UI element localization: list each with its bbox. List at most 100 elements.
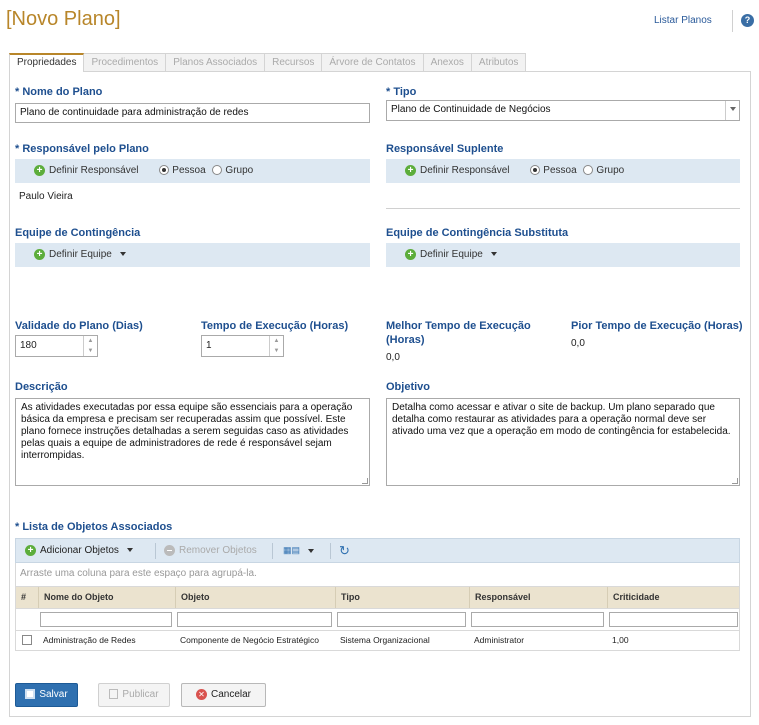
objects-label: * Lista de Objetos Associados <box>15 521 173 533</box>
best-time-label-unit: (Horas) <box>386 334 425 346</box>
stepper-arrows-icon[interactable]: ▲ ▼ <box>269 336 283 356</box>
team-bar: + Definir Equipe <box>15 243 370 267</box>
columns-icon: ▦▤ <box>283 545 301 555</box>
row-checkbox[interactable] <box>22 635 32 645</box>
radio-icon <box>212 165 223 176</box>
toolbar-divider <box>272 543 273 559</box>
filter-criticality[interactable] <box>609 612 738 627</box>
col-responsible[interactable]: Responsável <box>469 587 607 608</box>
plus-icon: + <box>34 248 45 260</box>
chevron-down-icon <box>119 252 126 257</box>
grid-filter-row <box>15 609 740 631</box>
cell-responsible: Administrator <box>474 635 525 645</box>
help-icon[interactable]: ? <box>741 14 754 27</box>
cancel-icon: ✕ <box>195 688 207 700</box>
plan-name-label: * Nome do Plano <box>15 86 103 98</box>
exec-time-stepper[interactable]: 1 ▲ ▼ <box>201 335 284 357</box>
stepper-arrows-icon[interactable]: ▲ ▼ <box>83 336 97 356</box>
filter-object-name[interactable] <box>40 612 172 627</box>
chevron-down-icon[interactable] <box>725 101 739 120</box>
col-criticality[interactable]: Criticidade <box>607 587 740 608</box>
publish-button[interactable]: Publicar <box>98 683 170 707</box>
worst-time-value: 0,0 <box>571 338 585 349</box>
filter-type[interactable] <box>337 612 466 627</box>
description-label: Descrição <box>15 381 68 393</box>
description-text: As atividades executadas por essa equipe… <box>21 402 353 461</box>
grid-header: # Nome do Objeto Objeto Tipo Responsável… <box>15 587 740 609</box>
table-row[interactable]: Administração de Redes Componente de Neg… <box>15 631 740 651</box>
objects-toolbar: + Adicionar Objetos – Remover Objetos ▦▤ ↻ <box>15 538 740 563</box>
responsible-bar: + Definir Responsável Pessoa Grupo <box>15 159 370 183</box>
validity-value: 180 <box>20 340 37 351</box>
plus-icon: + <box>405 164 416 176</box>
plan-name-input[interactable]: Plano de continuidade para administração… <box>15 103 370 123</box>
cell-type: Sistema Organizacional <box>340 635 430 645</box>
tab-bar: Propriedades Procedimentos Planos Associ… <box>9 53 527 72</box>
cell-criticality: 1,00 <box>612 635 629 645</box>
person-radio[interactable]: Pessoa <box>159 165 206 176</box>
substitute-person-radio[interactable]: Pessoa <box>530 165 577 176</box>
objective-textarea[interactable]: Detalha como acessar e ativar o site de … <box>386 398 740 486</box>
remove-icon: – <box>164 544 175 556</box>
substitute-group-radio[interactable]: Grupo <box>583 165 624 176</box>
team-substitute-label: Equipe de Contingência Substituta <box>386 227 569 239</box>
type-select[interactable]: Plano de Continuidade de Negócios <box>386 100 740 121</box>
chevron-down-icon <box>308 548 315 553</box>
cell-object-name: Administração de Redes <box>43 635 136 645</box>
tab-associated-plans[interactable]: Planos Associados <box>165 53 266 72</box>
substitute-bar: + Definir Responsável Pessoa Grupo <box>386 159 740 183</box>
team-label: Equipe de Contingência <box>15 227 141 239</box>
radio-selected-icon <box>530 165 541 176</box>
tab-resources[interactable]: Recursos <box>264 53 323 72</box>
validity-stepper[interactable]: 180 ▲ ▼ <box>15 335 98 357</box>
divider <box>386 208 740 209</box>
refresh-icon[interactable]: ↻ <box>339 539 350 562</box>
cancel-button[interactable]: ✕ Cancelar <box>181 683 266 707</box>
header-divider <box>732 10 733 32</box>
save-button[interactable]: Salvar <box>15 683 78 707</box>
group-drop-zone[interactable]: Arraste uma coluna para este espaço para… <box>15 563 740 587</box>
group-radio[interactable]: Grupo <box>212 165 253 176</box>
col-type[interactable]: Tipo <box>335 587 469 608</box>
best-time-value: 0,0 <box>386 352 400 363</box>
define-substitute-button[interactable]: + Definir Responsável <box>405 164 510 176</box>
columns-button[interactable]: ▦▤ <box>283 539 315 562</box>
best-time-label: Melhor Tempo de Execução <box>386 320 531 332</box>
filter-responsible[interactable] <box>471 612 604 627</box>
resize-handle-icon[interactable] <box>362 478 368 484</box>
objective-label: Objetivo <box>386 381 431 393</box>
tab-properties[interactable]: Propriedades <box>9 53 85 72</box>
floppy-disk-icon <box>25 689 36 700</box>
tab-contact-tree[interactable]: Árvore de Contatos <box>321 53 424 72</box>
radio-selected-icon <box>159 165 170 176</box>
toolbar-divider <box>155 543 156 559</box>
chevron-down-icon <box>126 548 133 553</box>
team-substitute-bar: + Definir Equipe <box>386 243 740 267</box>
radio-icon <box>583 165 594 176</box>
chevron-down-icon <box>490 252 497 257</box>
objective-text: Detalha como acessar e ativar o site de … <box>392 402 731 437</box>
plus-icon: + <box>25 544 36 556</box>
description-textarea[interactable]: As atividades executadas por essa equipe… <box>15 398 370 486</box>
tab-attachments[interactable]: Anexos <box>422 53 472 72</box>
tab-attributes[interactable]: Atributos <box>470 53 527 72</box>
define-team-substitute-button[interactable]: + Definir Equipe <box>405 248 497 260</box>
responsible-label: * Responsável pelo Plano <box>15 143 149 155</box>
tab-procedures[interactable]: Procedimentos <box>83 53 167 72</box>
define-responsible-button[interactable]: + Definir Responsável <box>34 164 139 176</box>
col-index[interactable]: # <box>16 587 38 608</box>
plus-icon: + <box>34 164 45 176</box>
resize-handle-icon[interactable] <box>732 478 738 484</box>
type-label: * Tipo <box>386 86 417 98</box>
define-team-button[interactable]: + Definir Equipe <box>34 248 126 260</box>
worst-time-label: Pior Tempo de Execução (Horas) <box>571 320 743 332</box>
remove-objects-button[interactable]: – Remover Objetos <box>164 539 257 562</box>
substitute-label: Responsável Suplente <box>386 143 504 155</box>
add-objects-button[interactable]: + Adicionar Objetos <box>25 539 133 562</box>
exec-time-label: Tempo de Execução (Horas) <box>201 320 349 332</box>
col-object-name[interactable]: Nome do Objeto <box>38 587 175 608</box>
list-plans-link[interactable]: Listar Planos <box>654 15 712 26</box>
plus-icon: + <box>405 248 416 260</box>
filter-object[interactable] <box>177 612 332 627</box>
col-object[interactable]: Objeto <box>175 587 335 608</box>
